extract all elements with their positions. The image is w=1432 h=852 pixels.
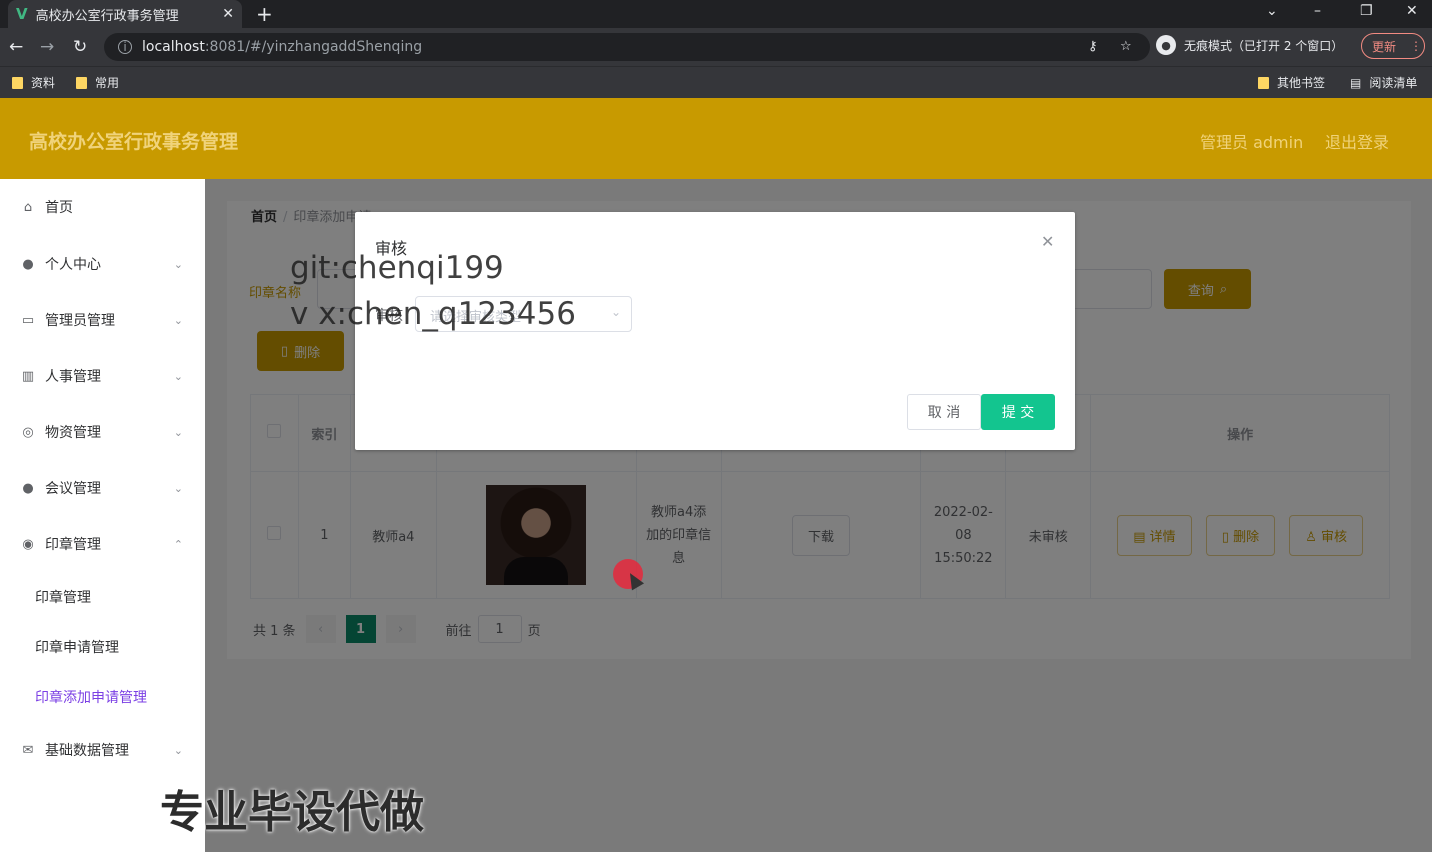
book-icon: ▥ (21, 368, 35, 384)
minimize-icon[interactable]: – (1314, 3, 1321, 19)
chevron-down-icon: ⌄ (173, 313, 183, 327)
cancel-button[interactable]: 取 消 (907, 394, 981, 430)
sidebar-item-hr[interactable]: ▥ 人事管理 ⌄ (0, 348, 205, 404)
sidebar-item-stamps[interactable]: ◉ 印章管理 ⌃ (0, 516, 205, 572)
sidebar-item-label: 物资管理 (45, 425, 101, 441)
sidebar-subitem-stamp-add-requests[interactable]: 印章添加申请管理 (35, 687, 147, 707)
bookmark-folder[interactable]: 其他书签 (1258, 74, 1325, 91)
watermark-bottom: 专业毕设代做 (160, 787, 424, 838)
browser-tabbar: V 高校办公室行政事务管理 ✕ + ⌄ – ❐ ✕ (0, 0, 1432, 28)
close-tab-icon[interactable]: ✕ (222, 6, 234, 22)
bookmark-folder[interactable]: 资料 (12, 74, 55, 91)
restore-icon[interactable]: ❐ (1360, 3, 1373, 19)
home-icon: ⌂ (23, 199, 33, 215)
bookmark-label: 阅读清单 (1369, 76, 1418, 90)
submit-button[interactable]: 提 交 (981, 394, 1055, 430)
mail-icon: ✉ (22, 742, 34, 758)
url-path: :8081/#/yinzhangaddShenqing (204, 39, 423, 55)
chevron-down-icon: ⌄ (173, 257, 183, 271)
reload-icon[interactable]: ↻ (73, 37, 87, 57)
sidebar-item-meetings[interactable]: ● 会议管理 ⌄ (0, 460, 205, 516)
stamp-icon: ◉ (22, 536, 34, 552)
sidebar-subitem-stamp-requests[interactable]: 印章申请管理 (35, 637, 119, 657)
bookmark-label: 其他书签 (1277, 76, 1326, 90)
bookmark-label: 常用 (95, 76, 120, 90)
sidebar-item-materials[interactable]: ◎ 物资管理 ⌄ (0, 404, 205, 460)
tab-title: 高校办公室行政事务管理 (35, 8, 179, 24)
folder-icon (1258, 76, 1269, 89)
user-label: 管理员 admin (1200, 133, 1304, 152)
sidebar-item-label: 个人中心 (45, 257, 101, 273)
window-close-icon[interactable]: ✕ (1406, 3, 1418, 19)
app-header: 高校办公室行政事务管理 管理员 admin 退出登录 (0, 98, 1432, 179)
sidebar-item-admins[interactable]: ▭ 管理员管理 ⌄ (0, 292, 205, 348)
sidebar-subitem-stamps[interactable]: 印章管理 (35, 587, 91, 607)
chevron-up-icon: ⌃ (173, 537, 183, 551)
sidebar-item-label: 管理员管理 (45, 313, 115, 329)
sidebar-item-label: 人事管理 (45, 369, 101, 385)
incognito-icon: ● (1156, 35, 1176, 55)
app-brand: 高校办公室行政事务管理 (29, 131, 239, 153)
incognito-label: 无痕模式（已打开 2 个窗口） (1184, 38, 1344, 53)
sidebar-item-home[interactable]: ⌂ 首页 (0, 179, 205, 235)
reading-list-icon: ▤ (1350, 75, 1362, 90)
bookmark-label: 资料 (31, 76, 56, 90)
folder-icon (76, 76, 87, 89)
user-icon: ● (22, 256, 34, 272)
update-label: 更新 (1372, 39, 1397, 54)
sidebar-item-label: 会议管理 (45, 481, 101, 497)
chevron-down-icon: ⌄ (173, 481, 183, 495)
chevron-down-icon: ⌄ (173, 369, 183, 383)
sidebar-item-label: 首页 (45, 200, 73, 216)
watermark-git: git:chenqi199 (290, 250, 504, 286)
bookmark-folder[interactable]: 常用 (76, 74, 119, 91)
info-icon[interactable]: i (118, 40, 132, 54)
bookmarks-bar: 资料 常用 其他书签 ▤ 阅读清单 (0, 66, 1432, 98)
star-icon[interactable]: ☆ (1120, 39, 1132, 54)
sidebar: ⌂ 首页 ● 个人中心 ⌄ ▭ 管理员管理 ⌄ ▥ 人事管理 ⌄ ◎ 物资管理 ⌄ ● 会议管理 ⌄ … (0, 179, 205, 852)
tab-search-icon[interactable]: ⌄ (1266, 3, 1278, 19)
forward-icon[interactable]: → (40, 37, 54, 57)
more-icon: ⋮ (1410, 39, 1423, 53)
vue-icon: V (16, 5, 28, 23)
reading-list[interactable]: ▤ 阅读清单 (1350, 74, 1417, 91)
new-tab-icon[interactable]: + (256, 2, 273, 26)
back-icon[interactable]: ← (9, 37, 23, 57)
chevron-down-icon: ⌄ (173, 425, 183, 439)
sidebar-item-label: 印章管理 (45, 537, 101, 553)
chevron-down-icon: ⌄ (610, 305, 621, 319)
sidebar-item-base-data[interactable]: ✉ 基础数据管理 ⌄ (0, 722, 205, 778)
key-icon[interactable]: ⚷ (1088, 39, 1098, 54)
folder-icon (12, 76, 23, 89)
address-bar: ← → ↻ i localhost:8081/#/yinzhangaddShen… (0, 28, 1432, 66)
update-button[interactable]: 更新 ⋮ (1361, 33, 1425, 59)
url-host: localhost (142, 39, 205, 55)
watermark-wx: v x:chen_q123456 (290, 296, 576, 332)
bulb-icon: ● (22, 480, 34, 496)
logout-link[interactable]: 退出登录 (1325, 129, 1389, 153)
id-card-icon: ▭ (21, 312, 35, 328)
compass-icon: ◎ (22, 424, 34, 440)
browser-tab[interactable]: V 高校办公室行政事务管理 ✕ (8, 0, 242, 28)
chevron-down-icon: ⌄ (173, 743, 183, 757)
sidebar-item-personal[interactable]: ● 个人中心 ⌄ (0, 236, 205, 292)
url-field[interactable]: i localhost:8081/#/yinzhangaddShenqing ⚷… (104, 33, 1150, 61)
sidebar-item-label: 基础数据管理 (45, 743, 129, 759)
dialog-close-icon[interactable]: ✕ (1041, 232, 1054, 251)
incognito-indicator[interactable]: ● 无痕模式（已打开 2 个窗口） (1156, 35, 1343, 55)
